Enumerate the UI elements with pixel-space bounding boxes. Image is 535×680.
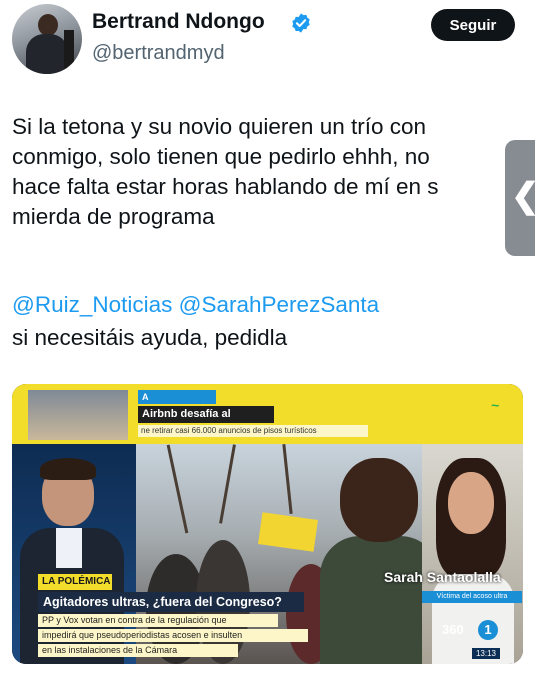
side-panel-tab[interactable]: ❮ (505, 140, 535, 256)
tv-top-banner: A CONTINUACIÓN Airbnb desafía al Gobiern… (12, 384, 523, 444)
anchor-hair (40, 458, 96, 480)
section-label: LA POLÉMICA (38, 574, 112, 590)
tweet-text: Si la tetona y su novio quieren un trío … (12, 114, 439, 229)
tweet-mentions: @Ruiz_Noticias @SarahPerezSanta (12, 290, 379, 320)
author-avatar[interactable] (12, 4, 82, 74)
tree-branch (282, 444, 293, 514)
avatar-mic-stand (64, 30, 74, 70)
reporter-name: Sarah Santaolalla (384, 569, 501, 585)
next-segment-subline: ne retirar casi 66.000 anuncios de pisos… (138, 425, 368, 437)
chevron-left-icon: ❮ (511, 176, 535, 216)
tv-subline: impedirá que pseudoperiodistas acosen e … (38, 629, 308, 642)
next-segment-headline: Airbnb desafía al Gobierno (138, 406, 274, 437)
reporter-panel (422, 444, 523, 664)
channel-360-mark: 360 (442, 622, 464, 637)
tweet-header: Bertrand Ndongo @bertrandmyd Seguir (12, 4, 523, 76)
tv-subline: en las instalaciones de la Cámara (38, 644, 238, 657)
reporter-caption: Víctima del acoso ultra (422, 591, 522, 603)
mention-link[interactable]: @SarahPerezSanta (179, 292, 379, 317)
tree-branch (219, 444, 236, 524)
author-handle[interactable]: @bertrandmyd (92, 42, 225, 65)
tv-clock: 13:13 (472, 648, 500, 659)
next-segment-label: A CONTINUACIÓN (138, 390, 216, 416)
central-person-head (340, 458, 418, 542)
reporter-face (448, 472, 494, 534)
mention-link[interactable]: @Ruiz_Noticias (12, 292, 172, 317)
avatar-head (38, 14, 58, 36)
next-segment-thumbnail (28, 390, 128, 440)
verified-badge-icon (292, 13, 310, 33)
avatar-body (26, 34, 68, 74)
tweet-text-after-mentions: si necesitáis ayuda, pedidla (12, 325, 288, 350)
channel-logo-icon: 1 (478, 620, 498, 640)
tv-subline: PP y Vox votan en contra de la regulació… (38, 614, 278, 627)
tv-headline: Agitadores ultras, ¿fuera del Congreso? (38, 592, 304, 612)
follow-button[interactable]: Seguir (431, 9, 515, 41)
tweet-media-image[interactable]: A CONTINUACIÓN Airbnb desafía al Gobiern… (12, 384, 523, 664)
protest-sign (258, 512, 318, 552)
anchor-collar (56, 528, 82, 568)
author-display-name[interactable]: Bertrand Ndongo (92, 10, 265, 34)
tree-branch (166, 444, 189, 534)
program-logo-icon: ~ (490, 397, 500, 413)
